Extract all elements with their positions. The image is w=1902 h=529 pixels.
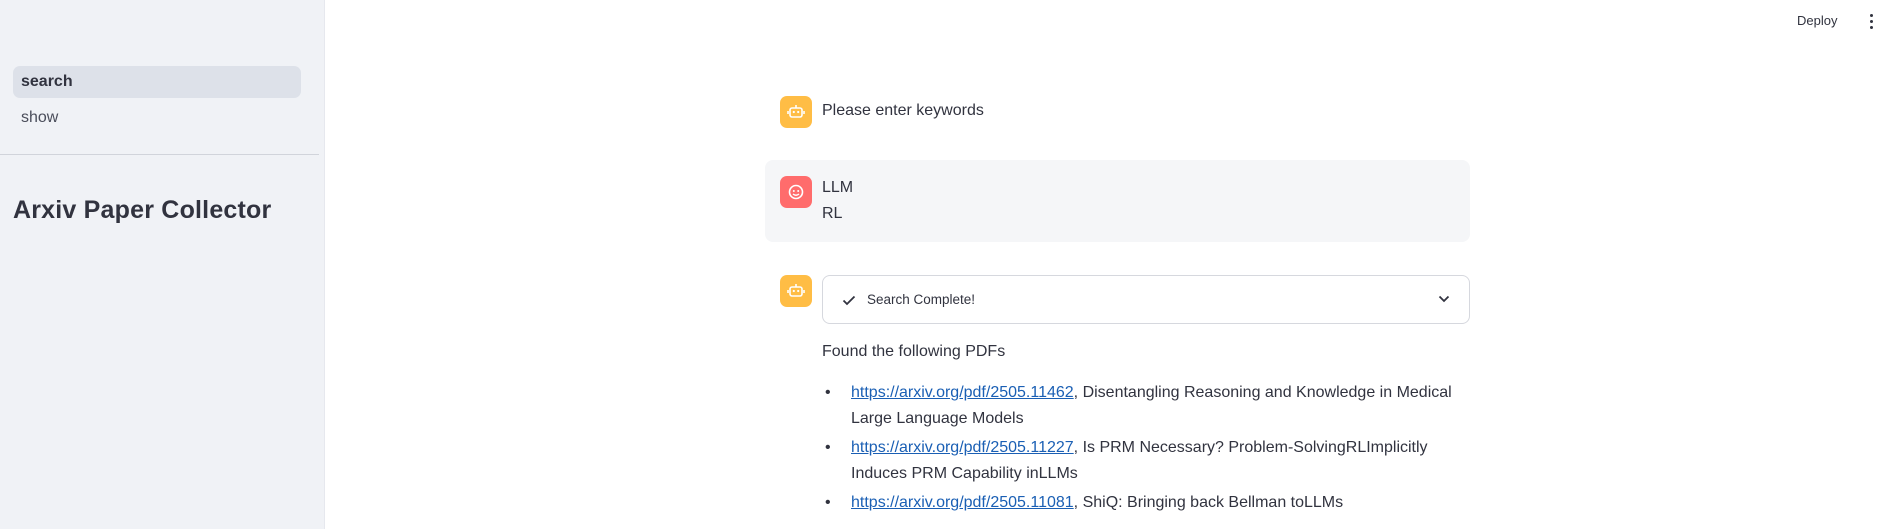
assistant-avatar-icon (780, 96, 812, 128)
deploy-button[interactable]: Deploy (1797, 10, 1837, 32)
kebab-menu-icon[interactable] (1864, 10, 1878, 32)
check-icon (842, 295, 856, 305)
list-item: • https://arxiv.org/pdf/2505.11462, Dise… (825, 384, 1452, 427)
sidebar-divider (0, 154, 319, 155)
sidebar-item-show[interactable]: show (13, 102, 301, 134)
app: search show Arxiv Paper Collector Deploy… (0, 0, 1902, 529)
pdf-link[interactable]: https://arxiv.org/pdf/2505.11462 (851, 384, 1074, 401)
pdf-title: , ShiQ: Bringing back Bellman toLLMs (1073, 494, 1344, 511)
pdf-link[interactable]: https://arxiv.org/pdf/2505.11227 (851, 439, 1074, 456)
user-message-line-2: RL (822, 205, 843, 222)
user-message-line-1: LLM (822, 179, 854, 196)
sidebar-nav: search show (13, 66, 301, 138)
list-item: • https://arxiv.org/pdf/2505.11081, ShiQ… (825, 494, 1344, 511)
pdf-link[interactable]: https://arxiv.org/pdf/2505.11081 (851, 494, 1074, 511)
user-avatar-icon (780, 176, 812, 208)
sidebar: search show Arxiv Paper Collector (0, 0, 325, 529)
pdf-list: • https://arxiv.org/pdf/2505.11462, Dise… (822, 380, 1472, 519)
assistant-prompt: Please enter keywords (822, 102, 984, 119)
sidebar-title: Arxiv Paper Collector (13, 196, 272, 224)
sidebar-item-search[interactable]: search (13, 66, 301, 98)
search-status-expander[interactable]: Search Complete! (822, 275, 1470, 324)
user-message (765, 160, 1470, 242)
chevron-down-icon[interactable] (1437, 292, 1451, 306)
list-item: • https://arxiv.org/pdf/2505.11227, Is P… (825, 439, 1428, 482)
found-pdfs-label: Found the following PDFs (822, 343, 1006, 360)
assistant-avatar-icon (780, 275, 812, 307)
search-status-label: Search Complete! (867, 292, 976, 307)
